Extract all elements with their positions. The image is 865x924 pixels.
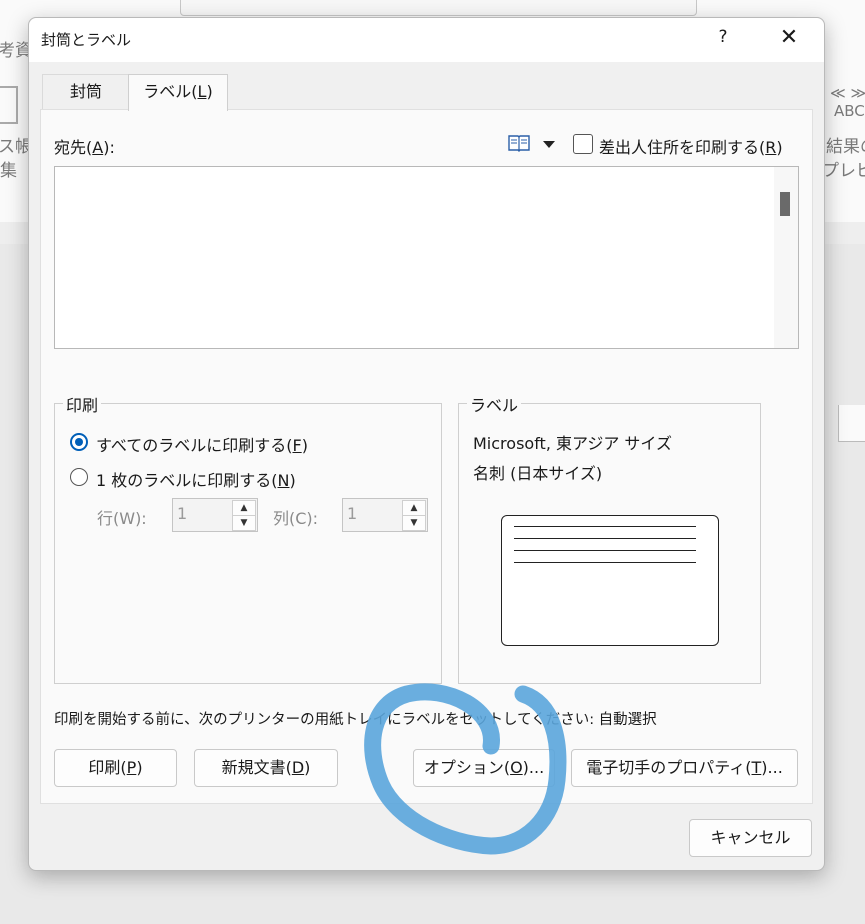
access-key: N bbox=[277, 471, 290, 490]
button-label: 印刷( bbox=[88, 758, 127, 777]
checkbox-label-text: ) bbox=[776, 138, 783, 157]
address-label-text: 宛先( bbox=[54, 138, 93, 157]
column-value: 1 bbox=[347, 504, 358, 523]
postage-properties-button[interactable]: 電子切手のプロパティ(T)... bbox=[571, 749, 798, 787]
printer-instruction: 印刷を開始する前に、次のプリンターの用紙トレイにラベルをセットしてください: 自… bbox=[54, 712, 657, 728]
tab-envelopes[interactable]: 封筒 bbox=[42, 74, 130, 109]
print-all-labels-label: すべてのラベルに印刷する(F) bbox=[96, 432, 308, 456]
print-all-labels-radio[interactable] bbox=[70, 433, 88, 451]
print-single-label-label: 1 枚のラベルに印刷する(N) bbox=[96, 467, 296, 491]
label-group-title: ラベル bbox=[467, 392, 522, 416]
help-button[interactable]: ? bbox=[711, 27, 735, 51]
preview-line bbox=[514, 538, 696, 539]
new-document-button[interactable]: 新規文書(D) bbox=[194, 749, 338, 787]
button-label: 電子切手のプロパティ( bbox=[586, 758, 752, 777]
title-bar: 封筒とラベル ? ✕ bbox=[29, 18, 824, 62]
print-button[interactable]: 印刷(P) bbox=[54, 749, 177, 787]
row-value: 1 bbox=[177, 504, 188, 523]
tab-label: 封筒 bbox=[69, 82, 102, 101]
radio-label-text: すべてのラベルに印刷する( bbox=[96, 436, 293, 455]
radio-label-text: ) bbox=[301, 436, 308, 455]
print-group: 印刷 すべてのラベルに印刷する(F) 1 枚のラベルに印刷する(N) 行(W):… bbox=[54, 392, 442, 684]
envelopes-labels-dialog: 封筒とラベル ? ✕ 封筒 ラベル(L) 宛先(A): 差出人住所を印刷する(R… bbox=[28, 17, 825, 871]
options-button[interactable]: オプション(O)... bbox=[413, 749, 555, 787]
button-label: ) bbox=[136, 758, 143, 777]
access-key: D bbox=[291, 758, 305, 777]
print-group-title: 印刷 bbox=[63, 392, 102, 416]
label-vendor: Microsoft, 東アジア サイズ bbox=[473, 434, 672, 453]
access-key: P bbox=[126, 758, 137, 777]
preview-line bbox=[514, 526, 696, 527]
button-label: )... bbox=[761, 758, 783, 777]
access-key: T bbox=[751, 758, 762, 777]
background-text: ABC bbox=[834, 102, 865, 120]
access-key: R bbox=[765, 138, 777, 157]
close-button[interactable]: ✕ bbox=[777, 25, 801, 53]
button-label: オプション( bbox=[423, 758, 511, 777]
print-single-label-radio[interactable] bbox=[70, 468, 88, 486]
background-text: 結果の bbox=[826, 137, 865, 157]
address-book-dropdown-icon[interactable] bbox=[543, 141, 555, 148]
radio-label-text: 1 枚のラベルに印刷する( bbox=[96, 471, 278, 490]
preview-line bbox=[514, 550, 696, 551]
label-preview[interactable] bbox=[501, 515, 719, 646]
tab-label: ) bbox=[206, 82, 213, 101]
labels-panel: 宛先(A): 差出人住所を印刷する(R) 印刷 すべてのラベルに印刷する(F) … bbox=[40, 109, 813, 804]
address-textarea[interactable] bbox=[54, 166, 799, 349]
access-key: A bbox=[92, 138, 104, 157]
button-label: )... bbox=[522, 758, 545, 777]
preview-line bbox=[514, 562, 696, 563]
address-book-icon[interactable] bbox=[508, 134, 530, 152]
label-group[interactable]: ラベル Microsoft, 東アジア サイズ 名刺 (日本サイズ) bbox=[458, 392, 761, 684]
row-label: 行(W): bbox=[97, 509, 147, 528]
access-key: F bbox=[292, 436, 302, 455]
radio-label-text: ) bbox=[289, 471, 296, 490]
row-increment-button[interactable]: ▲ bbox=[232, 500, 256, 516]
print-return-address-checkbox[interactable] bbox=[573, 134, 593, 154]
background-icon bbox=[0, 86, 18, 124]
column-spinner[interactable]: 1 ▲ ▼ bbox=[342, 498, 428, 532]
background-text: 集 bbox=[0, 161, 17, 181]
column-decrement-button[interactable]: ▼ bbox=[402, 515, 426, 531]
row-decrement-button[interactable]: ▼ bbox=[232, 515, 256, 531]
address-scrollbar[interactable] bbox=[774, 167, 798, 348]
checkbox-label-text: 差出人住所を印刷する( bbox=[599, 138, 766, 157]
cancel-button[interactable]: キャンセル bbox=[689, 819, 812, 857]
column-increment-button[interactable]: ▲ bbox=[402, 500, 426, 516]
column-label: 列(C): bbox=[273, 509, 319, 528]
background-search-box bbox=[180, 0, 697, 16]
label-product: 名刺 (日本サイズ) bbox=[473, 464, 603, 483]
dialog-title: 封筒とラベル bbox=[41, 31, 132, 49]
tab-labels[interactable]: ラベル(L) bbox=[128, 74, 228, 111]
access-key: O bbox=[510, 758, 523, 777]
scrollbar-thumb[interactable] bbox=[780, 192, 790, 216]
background-page-edge bbox=[838, 405, 865, 442]
button-label: 新規文書( bbox=[221, 758, 292, 777]
row-spinner[interactable]: 1 ▲ ▼ bbox=[172, 498, 258, 532]
button-label: ) bbox=[304, 758, 311, 777]
address-label-text: ): bbox=[103, 138, 115, 157]
background-text: ≪ ≫ bbox=[830, 84, 865, 102]
background-text: プレビュ bbox=[822, 161, 865, 181]
print-return-address-label: 差出人住所を印刷する(R) bbox=[599, 134, 783, 158]
address-label: 宛先(A): bbox=[54, 134, 115, 158]
tab-label: ラベル( bbox=[143, 82, 198, 101]
